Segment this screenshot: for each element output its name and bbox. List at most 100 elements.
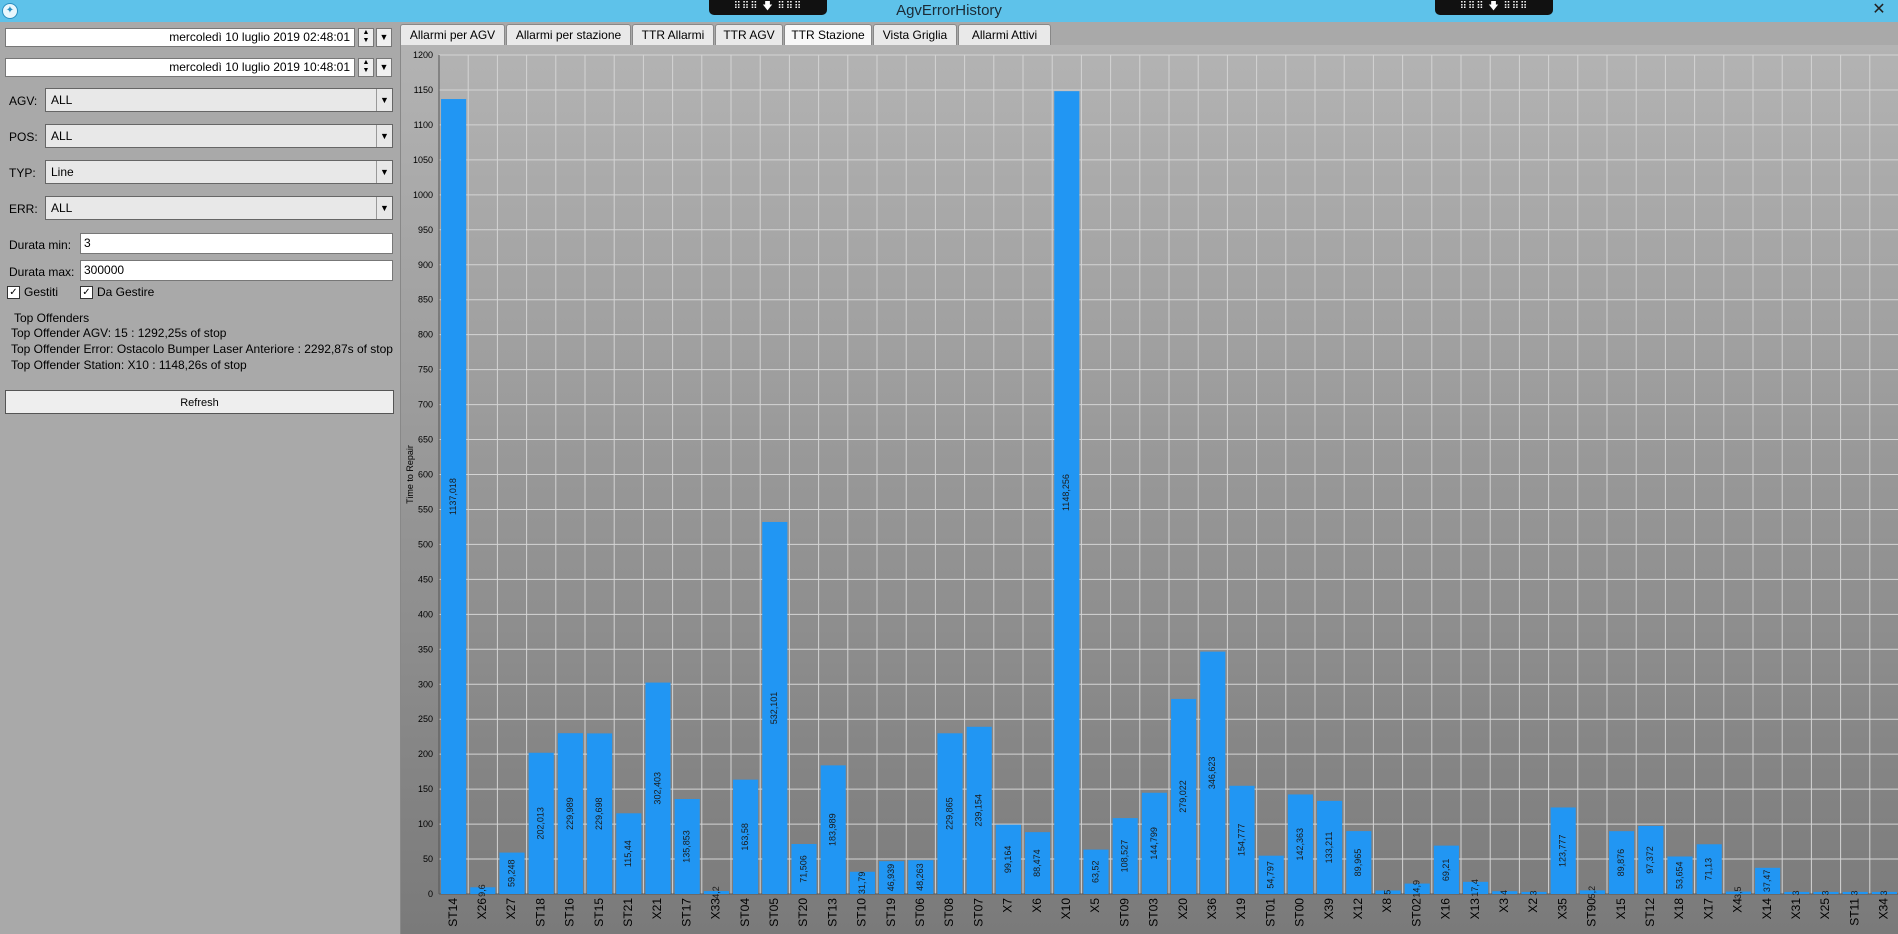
y-tick-label: 200	[418, 749, 433, 759]
data-label: 154,777	[1236, 824, 1246, 857]
data-label: 5	[1382, 890, 1392, 895]
da-gestire-label: Da Gestire	[97, 285, 155, 299]
data-label: 3	[1820, 890, 1830, 895]
date-to-field[interactable]: mercoledì 10 luglio 2019 10:48:01	[5, 58, 355, 77]
x-tick-label: ST03	[1147, 898, 1161, 927]
data-label: 123,777	[1558, 834, 1568, 867]
durata-max-input[interactable]: 300000	[80, 260, 393, 281]
data-label: 532,101	[769, 692, 779, 725]
x-tick-label: X18	[1672, 898, 1686, 920]
pos-select[interactable]: ALL ▼	[45, 124, 393, 148]
y-tick-label: 750	[418, 365, 433, 375]
x-tick-label: ST17	[679, 898, 693, 927]
x-tick-label: ST16	[563, 898, 577, 927]
dock-handle-right[interactable]: ⠿⠿⠿ 🡇 ⠿⠿⠿	[1435, 0, 1553, 15]
pos-label: POS:	[9, 130, 38, 144]
x-tick-label: X4	[1731, 898, 1745, 913]
chevron-down-icon[interactable]: ▼	[376, 89, 392, 111]
typ-select[interactable]: Line ▼	[45, 160, 393, 184]
tab-ttr-allarmi[interactable]: TTR Allarmi	[632, 24, 714, 46]
x-tick-label: X15	[1614, 898, 1628, 920]
err-select-value: ALL	[51, 201, 73, 215]
x-tick-label: X8	[1380, 898, 1394, 913]
x-tick-label: X3	[1497, 898, 1511, 913]
y-tick-label: 150	[418, 784, 433, 794]
tab-ttr-agv[interactable]: TTR AGV	[715, 24, 783, 46]
x-tick-label: X5	[1088, 898, 1102, 913]
x-tick-label: ST10	[855, 898, 869, 927]
close-icon[interactable]: ✕	[1866, 1, 1892, 19]
data-label: 3	[1850, 890, 1860, 895]
x-tick-label: X31	[1789, 898, 1803, 920]
chevron-down-icon[interactable]: ▼	[376, 197, 392, 219]
data-label: 202,013	[536, 807, 546, 840]
y-tick-label: 550	[418, 504, 433, 514]
data-label: 239,154	[974, 794, 984, 827]
data-label: 4	[1499, 890, 1509, 895]
data-label: 133,211	[1324, 831, 1334, 863]
data-label: 48,263	[915, 863, 925, 891]
x-tick-label: X10	[1059, 898, 1073, 920]
tab-allarmi-attivi[interactable]: Allarmi Attivi	[958, 24, 1051, 46]
agv-label: AGV:	[9, 94, 38, 108]
y-tick-label: 1000	[413, 190, 433, 200]
x-tick-label: ST14	[446, 898, 460, 927]
refresh-button[interactable]: Refresh	[5, 390, 394, 414]
data-label: 5,2	[1587, 886, 1597, 899]
typ-label: TYP:	[9, 166, 36, 180]
x-tick-label: X26	[475, 898, 489, 920]
y-tick-label: 50	[423, 854, 433, 864]
dock-handle-left[interactable]: ⠿⠿⠿ 🡇 ⠿⠿⠿	[709, 0, 827, 15]
data-label: 4,2	[711, 886, 721, 899]
title-bar: ✦ AgvErrorHistory ⠿⠿⠿ 🡇 ⠿⠿⠿ ⠿⠿⠿ 🡇 ⠿⠿⠿ ✕	[0, 0, 1898, 22]
y-tick-label: 900	[418, 260, 433, 270]
x-tick-label: X35	[1555, 898, 1569, 920]
gestiti-checkbox[interactable]: ✓	[7, 286, 20, 299]
data-label: 54,797	[1266, 861, 1276, 889]
y-tick-label: 850	[418, 295, 433, 305]
x-tick-label: X21	[650, 898, 664, 920]
date-from-dropdown[interactable]: ▼	[376, 28, 392, 47]
data-label: 3,5	[1733, 887, 1743, 900]
date-from-field[interactable]: mercoledì 10 luglio 2019 02:48:01	[5, 28, 355, 47]
tab-vista-griglia[interactable]: Vista Griglia	[873, 24, 957, 46]
data-label: 89,965	[1353, 849, 1363, 877]
data-label: 142,363	[1295, 828, 1305, 861]
x-tick-label: ST08	[942, 898, 956, 927]
top-offender-station: Top Offender Station: X10 : 1148,26s of …	[11, 358, 247, 372]
y-tick-label: 300	[418, 679, 433, 689]
data-label: 346,623	[1207, 757, 1217, 790]
x-tick-label: ST07	[971, 898, 985, 927]
chevron-down-icon[interactable]: ▼	[376, 125, 392, 147]
date-to-spinner[interactable]: ▲ ▼	[358, 58, 374, 77]
x-tick-label: X27	[504, 898, 518, 920]
data-label: 3	[1879, 890, 1889, 895]
x-tick-label: ST09	[1117, 898, 1131, 927]
durata-min-input[interactable]: 3	[80, 233, 393, 254]
err-select[interactable]: ALL ▼	[45, 196, 393, 220]
agv-select[interactable]: ALL ▼	[45, 88, 393, 112]
tab-allarmi-per-agv[interactable]: Allarmi per AGV	[400, 24, 505, 46]
y-tick-label: 950	[418, 225, 433, 235]
x-tick-label: X20	[1176, 898, 1190, 920]
x-tick-label: ST20	[796, 898, 810, 927]
data-label: 279,022	[1178, 780, 1188, 813]
tab-allarmi-per-stazione[interactable]: Allarmi per stazione	[506, 24, 631, 46]
ttr-station-chart: 0 50 100 150 200 250 300 350 400 450 500 550 600 650 7…	[405, 50, 1898, 927]
data-label: 3	[1528, 890, 1538, 895]
date-to-dropdown[interactable]: ▼	[376, 58, 392, 77]
typ-select-value: Line	[51, 165, 74, 179]
data-label: 31,79	[857, 872, 867, 895]
durata-max-label: Durata max:	[9, 265, 75, 279]
tab-ttr-stazione[interactable]: TTR Stazione	[784, 24, 872, 46]
x-tick-label: ST19	[884, 898, 898, 927]
chevron-down-icon[interactable]: ▼	[376, 161, 392, 183]
date-from-spinner[interactable]: ▲ ▼	[358, 28, 374, 47]
x-tick-label: X25	[1818, 898, 1832, 920]
x-tick-label: ST04	[738, 898, 752, 927]
x-tick-label: X12	[1351, 898, 1365, 920]
x-tick-label: ST18	[533, 898, 547, 927]
da-gestire-checkbox[interactable]: ✓	[80, 286, 93, 299]
data-label: 88,474	[1032, 849, 1042, 877]
x-tick-label: ST21	[621, 898, 635, 927]
